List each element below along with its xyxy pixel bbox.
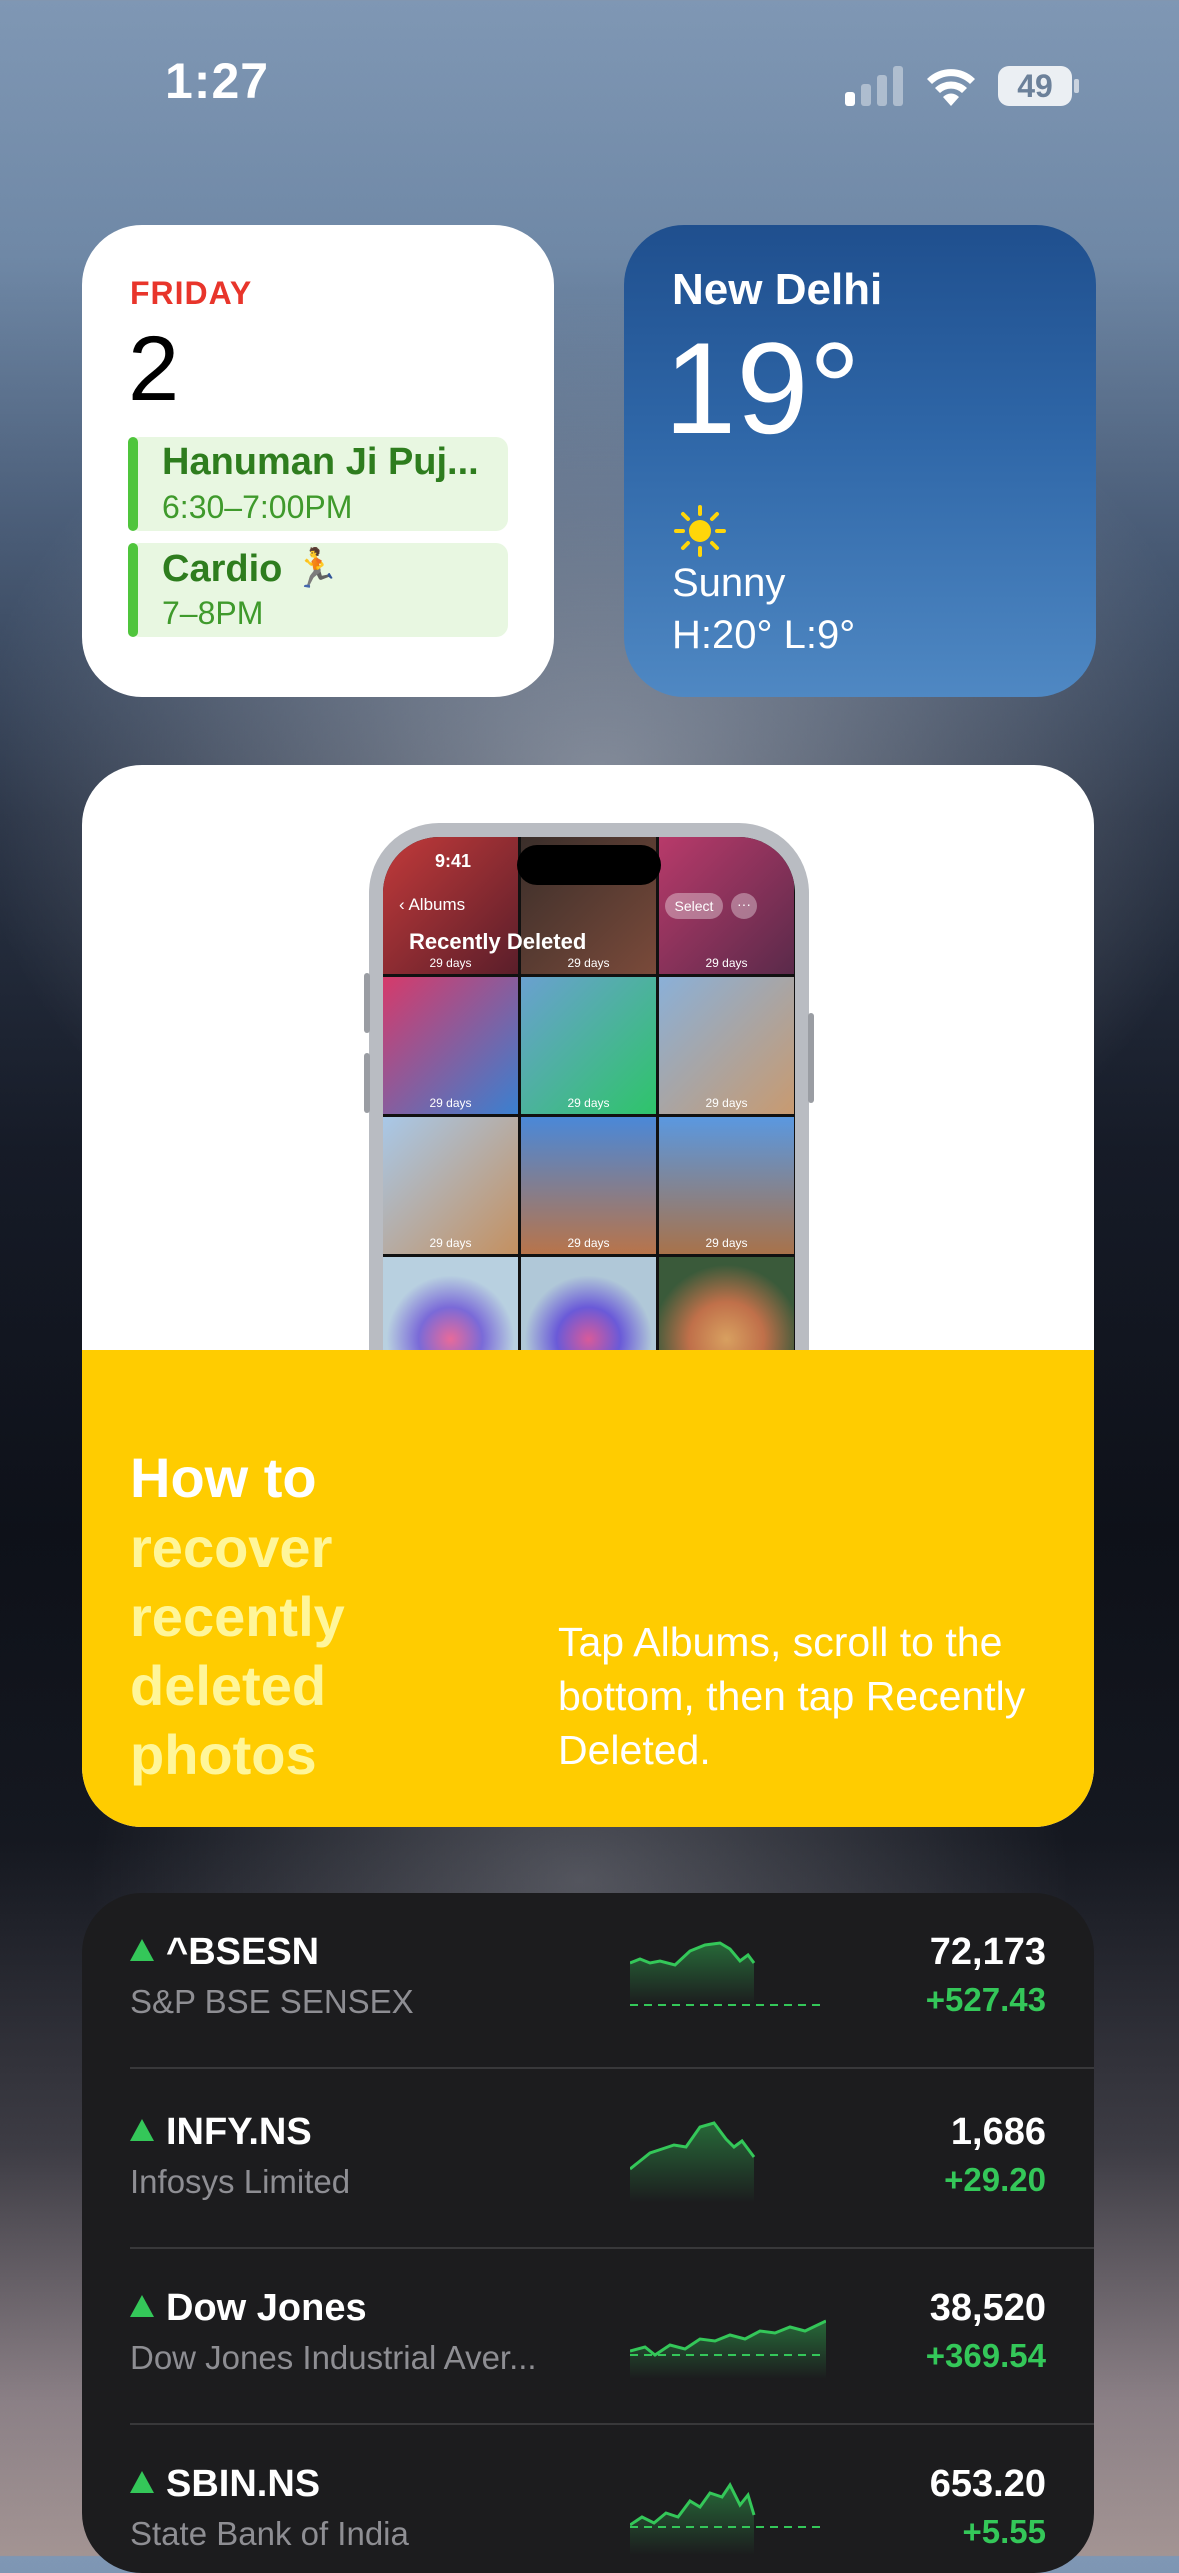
- stocks-widget[interactable]: ^BSESN S&P BSE SENSEX 72,173 +527.43 INF…: [82, 1893, 1094, 2573]
- sparkline-chart: [630, 2121, 756, 2203]
- sparkline-chart: [630, 1941, 826, 2006]
- stock-price: 653.20: [929, 2463, 1046, 2505]
- stock-price: 1,686: [950, 2111, 1046, 2153]
- phone-back-albums: ‹ Albums: [399, 895, 466, 914]
- calendar-event[interactable]: Hanuman Ji Puj... 6:30–7:00PM: [128, 437, 508, 531]
- sun-icon: [674, 505, 726, 557]
- event-color-bar: [128, 543, 138, 637]
- sparkline-chart: [630, 2482, 826, 2555]
- up-arrow-icon: [130, 1939, 154, 1961]
- stock-name: State Bank of India: [130, 2515, 409, 2552]
- photo-caption: 29 days: [567, 1236, 610, 1250]
- phone-back-label: Albums: [408, 895, 466, 914]
- tips-heading-white: How to: [130, 1446, 317, 1509]
- event-time: 6:30–7:00PM: [162, 489, 353, 525]
- phone-more-button: ···: [731, 893, 757, 919]
- status-time: 1:27: [165, 53, 270, 109]
- photo-thumbnail: 29 days: [383, 977, 518, 1114]
- calendar-date: 2: [128, 318, 180, 420]
- event-title: Hanuman Ji Puj...: [162, 441, 479, 483]
- stock-change: +527.43: [925, 1981, 1046, 2018]
- battery-indicator: 49: [998, 64, 1080, 108]
- stock-change: +29.20: [944, 2161, 1046, 2198]
- photo-caption: 29 days: [705, 956, 748, 970]
- photo-caption: 29 days: [705, 1096, 748, 1110]
- phone-title: Recently Deleted: [409, 929, 587, 954]
- stock-change: +5.55: [962, 2513, 1047, 2550]
- up-arrow-icon: [130, 2471, 154, 2493]
- dynamic-island: [517, 845, 661, 885]
- photo-thumbnail: 29 days: [521, 1117, 656, 1254]
- up-arrow-icon: [130, 2119, 154, 2141]
- weather-temperature: 19°: [664, 315, 861, 461]
- stock-symbol: Dow Jones: [166, 2287, 367, 2329]
- weather-high-low: H:20° L:9°: [672, 613, 856, 657]
- event-title: Cardio 🏃: [162, 548, 341, 590]
- status-bar: 1:27 49: [0, 0, 1179, 150]
- photo-thumbnail: 29 days: [383, 1117, 518, 1254]
- weather-widget[interactable]: New Delhi 19° Sunny H:20° L:9°: [624, 225, 1096, 697]
- photo-caption: 29 days: [429, 1236, 472, 1250]
- row-divider: [130, 2067, 1094, 2069]
- phone-side-button: [364, 973, 370, 1033]
- stock-symbol: SBIN.NS: [166, 2463, 321, 2505]
- sparkline-chart: [630, 2319, 826, 2379]
- photo-caption: 29 days: [429, 1096, 472, 1110]
- up-arrow-icon: [130, 2295, 154, 2317]
- photo-thumbnail: 29 days: [521, 977, 656, 1114]
- stock-row[interactable]: Dow Jones Dow Jones Industrial Aver... 3…: [82, 2249, 1094, 2425]
- stock-symbol: ^BSESN: [166, 1931, 320, 1973]
- photo-thumbnail: 29 days: [659, 1117, 794, 1254]
- photo-thumbnail: 29 days: [659, 977, 794, 1114]
- battery-percent: 49: [1017, 68, 1053, 104]
- photo-caption: 29 days: [429, 956, 472, 970]
- phone-select-button: Select: [665, 893, 723, 919]
- stock-row[interactable]: ^BSESN S&P BSE SENSEX 72,173 +527.43: [82, 1893, 1094, 2069]
- calendar-weekday: FRIDAY: [130, 275, 253, 311]
- photo-caption: 29 days: [567, 956, 610, 970]
- cellular-signal-icon: [845, 66, 903, 106]
- weather-condition: Sunny: [672, 561, 786, 605]
- event-time: 7–8PM: [162, 595, 264, 631]
- phone-time: 9:41: [435, 851, 472, 871]
- stock-price: 72,173: [929, 1931, 1046, 1973]
- tips-heading-accent: recover recently deleted photos: [130, 1516, 345, 1786]
- calendar-event[interactable]: Cardio 🏃 7–8PM: [128, 543, 508, 637]
- weather-city: New Delhi: [672, 265, 883, 314]
- wifi-icon: [927, 69, 975, 106]
- phone-side-button: [364, 1053, 370, 1113]
- stock-name: Dow Jones Industrial Aver...: [130, 2339, 537, 2376]
- stock-price: 38,520: [929, 2287, 1046, 2329]
- phone-side-button: [808, 1013, 814, 1103]
- stock-name: S&P BSE SENSEX: [130, 1983, 414, 2020]
- tips-text-panel: How to recover recently deleted photos T…: [82, 1350, 1094, 1827]
- photo-caption: 29 days: [705, 1236, 748, 1250]
- stock-name: Infosys Limited: [130, 2163, 351, 2200]
- stock-symbol: INFY.NS: [166, 2111, 312, 2153]
- tips-description: Tap Albums, scroll to the bottom, then t…: [558, 1619, 1026, 1773]
- photo-caption: 29 days: [567, 1096, 610, 1110]
- tips-widget[interactable]: 9:41 ‹ Albums Select ··· Recently Delete…: [82, 765, 1094, 1827]
- event-color-bar: [128, 437, 138, 531]
- stock-row[interactable]: INFY.NS Infosys Limited 1,686 +29.20: [82, 2073, 1094, 2249]
- calendar-widget[interactable]: FRIDAY 2 Hanuman Ji Puj... 6:30–7:00PM C…: [82, 225, 554, 697]
- stock-row[interactable]: SBIN.NS State Bank of India 653.20 +5.55: [82, 2425, 1094, 2573]
- stock-change: +369.54: [925, 2337, 1046, 2374]
